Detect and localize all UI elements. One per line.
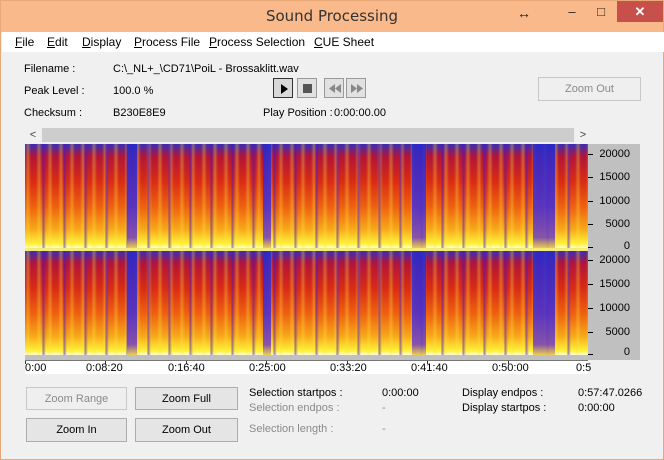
spectrogram-quiet-band xyxy=(127,144,137,248)
play-button[interactable] xyxy=(273,78,293,98)
display-endpos-label: Display endpos : xyxy=(462,387,544,399)
freq-label: 10000 xyxy=(599,195,630,207)
freq-tick xyxy=(588,247,593,248)
menu-bar: File Edit Display Process File Process S… xyxy=(2,32,664,52)
freq-tick xyxy=(588,308,593,309)
spectrogram-quiet-band xyxy=(533,251,555,355)
time-axis: 0:00 0:08:20 0:16:40 0:25:00 0:33:20 0:4… xyxy=(25,360,592,374)
play-icon xyxy=(281,84,288,94)
spectrogram-channel-right[interactable] xyxy=(25,251,588,355)
spectrogram-quiet-band xyxy=(412,144,426,248)
scroll-left-arrow-icon[interactable]: < xyxy=(25,127,41,143)
stop-button[interactable] xyxy=(297,78,317,98)
play-position-label: Play Position : xyxy=(263,107,333,119)
resize-icon[interactable]: ↔ xyxy=(511,2,537,24)
spectrogram-quiet-band xyxy=(263,144,271,248)
time-label: 0:33:20 xyxy=(330,362,367,374)
selection-endpos-value: - xyxy=(382,402,386,414)
peak-level-label: Peak Level : xyxy=(24,85,85,97)
menu-cue-sheet[interactable]: CUE Sheet xyxy=(314,35,374,49)
time-label: 0:08:20 xyxy=(86,362,123,374)
filename-value: C:\_NL+_\CD71\PoiL - Brossaklitt.wav xyxy=(113,63,299,75)
display-startpos-label: Display startpos : xyxy=(462,402,547,414)
checksum-value: B230E8E9 xyxy=(113,107,166,119)
spectrogram-channel-left[interactable] xyxy=(25,144,588,248)
selection-startpos-label: Selection startpos : xyxy=(249,387,343,399)
freq-tick xyxy=(588,201,593,202)
freq-label: 20000 xyxy=(599,254,630,266)
freq-label: 20000 xyxy=(599,148,630,160)
selection-length-value: - xyxy=(382,423,386,435)
selection-startpos-value: 0:00:00 xyxy=(382,387,419,399)
title-bar[interactable]: Sound Processing ↔ – □ ✕ xyxy=(1,1,663,32)
spectrogram-quiet-band xyxy=(412,251,426,355)
zoom-range-button[interactable]: Zoom Range xyxy=(26,387,127,410)
freq-label: 5000 xyxy=(605,326,630,338)
freq-label: 5000 xyxy=(605,218,630,230)
fast-forward-button[interactable] xyxy=(346,78,366,98)
zoom-out-top-button[interactable]: Zoom Out xyxy=(538,77,641,101)
rewind-icon xyxy=(329,84,341,93)
minimize-button[interactable]: – xyxy=(559,1,585,23)
zoom-full-button[interactable]: Zoom Full xyxy=(135,387,238,410)
zoom-in-button[interactable]: Zoom In xyxy=(26,418,127,442)
freq-tick xyxy=(588,354,593,355)
menu-process-selection[interactable]: Process Selection xyxy=(209,35,305,49)
close-button[interactable]: ✕ xyxy=(617,1,663,22)
menu-edit[interactable]: Edit xyxy=(47,35,68,49)
freq-label: 0 xyxy=(623,346,630,358)
horizontal-scrollbar[interactable]: < > xyxy=(25,127,591,143)
time-label: 0:25:00 xyxy=(249,362,286,374)
zoom-out-button[interactable]: Zoom Out xyxy=(135,418,238,442)
selection-length-label: Selection length : xyxy=(249,423,334,435)
checksum-label: Checksum : xyxy=(24,107,83,119)
display-endpos-value: 0:57:47.0266 xyxy=(578,387,643,399)
freq-tick xyxy=(588,224,593,225)
time-label: 0:00 xyxy=(25,362,47,374)
freq-label: 15000 xyxy=(599,278,630,290)
stop-icon xyxy=(303,84,312,93)
spectrogram-quiet-band xyxy=(263,251,271,355)
maximize-button[interactable]: □ xyxy=(588,1,614,23)
selection-endpos-label: Selection endpos : xyxy=(249,402,340,414)
menu-display[interactable]: Display xyxy=(82,35,121,49)
fast-forward-icon xyxy=(351,84,363,93)
frequency-axis: 20000 15000 10000 5000 0 20000 15000 100… xyxy=(588,144,640,360)
freq-tick xyxy=(588,284,593,285)
play-position-value: 0:00:00.00 xyxy=(334,107,386,119)
freq-label: 15000 xyxy=(599,171,630,183)
time-label: 0:5 xyxy=(576,362,592,374)
freq-label: 0 xyxy=(623,240,630,252)
scroll-thumb[interactable] xyxy=(42,128,574,142)
display-startpos-value: 0:00:00 xyxy=(578,402,615,414)
spectrogram-quiet-band xyxy=(533,144,555,248)
freq-tick xyxy=(588,332,593,333)
app-window: Sound Processing ↔ – □ ✕ File Edit Displ… xyxy=(0,0,664,460)
freq-tick xyxy=(588,177,593,178)
rewind-button[interactable] xyxy=(324,78,344,98)
time-label: 0:16:40 xyxy=(168,362,205,374)
filename-label: Filename : xyxy=(24,63,76,75)
freq-label: 10000 xyxy=(599,302,630,314)
time-label: 0:41:40 xyxy=(411,362,448,374)
peak-level-value: 100.0 % xyxy=(113,85,154,97)
menu-process-file[interactable]: Process File xyxy=(134,35,200,49)
time-label: 0:50:00 xyxy=(492,362,529,374)
menu-file[interactable]: File xyxy=(15,35,34,49)
freq-tick xyxy=(588,154,593,155)
freq-tick xyxy=(588,260,593,261)
spectrogram-view[interactable]: 20000 15000 10000 5000 0 20000 15000 100… xyxy=(25,144,640,360)
scroll-right-arrow-icon[interactable]: > xyxy=(575,127,591,143)
spectrogram-quiet-band xyxy=(127,251,137,355)
